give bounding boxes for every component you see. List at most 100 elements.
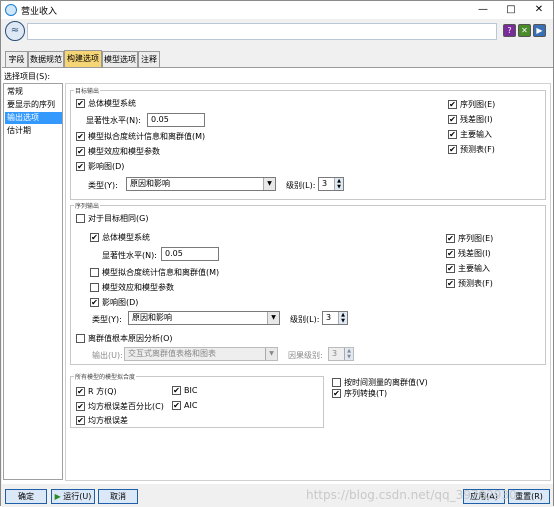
outlier-output-select[interactable]: 交互式离群值表格和图表 ▼ xyxy=(124,347,278,361)
ok-button[interactable]: 确定 xyxy=(5,489,47,504)
item-list[interactable]: 常规 要显示的序列 输出选项 估计期 xyxy=(3,83,63,480)
checkbox-box[interactable] xyxy=(76,416,85,425)
mape-checkbox[interactable]: 均方根误差百分比(C) xyxy=(76,401,164,412)
run-button[interactable]: ▶ 运行(U) xyxy=(51,489,95,504)
checkbox-box[interactable] xyxy=(332,389,341,398)
checkbox-box[interactable] xyxy=(76,132,85,141)
tab-model-options[interactable]: 模型选项 xyxy=(102,51,138,67)
series-significance-input[interactable]: 0.05 xyxy=(161,247,219,261)
series-influence-checkbox[interactable]: 影响图(D) xyxy=(90,297,138,308)
checkbox-box[interactable] xyxy=(76,214,85,223)
series-type-select[interactable]: 原因和影响 ▼ xyxy=(128,311,280,325)
toolbar: ≈ ? ✕ ▶ xyxy=(1,19,553,47)
checkbox-label: 模型拟合度统计信息和离群值(M) xyxy=(88,132,206,141)
node-menu-button[interactable]: ▶ xyxy=(533,24,546,37)
target-forecast-table-checkbox[interactable]: 预测表(F) xyxy=(448,144,495,155)
checkbox-box[interactable] xyxy=(76,402,85,411)
series-residual-plot-checkbox[interactable]: 残差图(I) xyxy=(446,248,491,259)
checkbox-box[interactable] xyxy=(172,386,181,395)
window-title: 营业收入 xyxy=(21,7,58,17)
checkbox-box[interactable] xyxy=(446,279,455,288)
target-influence-checkbox[interactable]: 影响图(D) xyxy=(76,161,124,172)
close-node-button[interactable]: ✕ xyxy=(518,24,531,37)
spinner-arrows-icon[interactable]: ▲ ▼ xyxy=(344,348,353,360)
checkbox-box[interactable] xyxy=(172,401,181,410)
checkbox-box[interactable] xyxy=(448,115,457,124)
checkbox-box[interactable] xyxy=(76,162,85,171)
spinner-arrows-icon[interactable]: ▲ ▼ xyxy=(338,312,347,324)
target-overall-model-checkbox[interactable]: 总体模型系统 xyxy=(76,98,136,109)
checkbox-box[interactable] xyxy=(448,100,457,109)
checkbox-box[interactable] xyxy=(76,387,85,396)
series-forecast-table-checkbox[interactable]: 预测表(F) xyxy=(446,278,493,289)
checkbox-label: 按时间测量的离群值(V) xyxy=(344,378,428,387)
checkbox-box[interactable] xyxy=(332,378,341,387)
target-main-input-checkbox[interactable]: 主要输入 xyxy=(448,129,492,140)
chevron-down-icon[interactable]: ▼ xyxy=(265,348,277,360)
app-icon xyxy=(5,4,17,16)
same-as-target-checkbox[interactable]: 对于目标相同(G) xyxy=(76,213,148,224)
checkbox-box[interactable] xyxy=(448,130,457,139)
target-significance-input[interactable]: 0.05 xyxy=(147,113,205,127)
node-name-field[interactable] xyxy=(27,23,497,40)
chevron-down-icon[interactable]: ▼ xyxy=(267,312,279,324)
checkbox-label: 预测表(F) xyxy=(460,145,495,154)
target-model-effects-checkbox[interactable]: 模型效应和模型参数 xyxy=(76,146,160,157)
tab-fields[interactable]: 字段 xyxy=(5,51,28,67)
maximize-button[interactable]: □ xyxy=(497,1,525,19)
list-item-series-to-show[interactable]: 要显示的序列 xyxy=(5,99,62,111)
series-fit-stats-checkbox[interactable]: 模型拟合度统计信息和离群值(M) xyxy=(90,267,219,278)
chevron-down-icon[interactable]: ▼ xyxy=(263,178,275,190)
series-model-effects-checkbox[interactable]: 模型效应和模型参数 xyxy=(90,282,174,293)
list-item-estimation-period[interactable]: 估计期 xyxy=(5,125,62,137)
checkbox-box[interactable] xyxy=(90,233,99,242)
tab-annotations[interactable]: 注释 xyxy=(138,51,160,67)
tab-data-spec[interactable]: 数据规范 xyxy=(28,51,64,67)
series-transform-checkbox[interactable]: 序列转换(T) xyxy=(332,388,387,399)
bic-checkbox[interactable]: BIC xyxy=(172,386,197,395)
options-panel: 目标输出 总体模型系统 显著性水平(N): 0.05 模型拟合度统计信息和离群值… xyxy=(65,83,551,481)
r-square-checkbox[interactable]: R 方(Q) xyxy=(76,386,117,397)
checkbox-box[interactable] xyxy=(90,283,99,292)
target-type-select[interactable]: 原因和影响 ▼ xyxy=(126,177,276,191)
checkbox-label: 离群值根本原因分析(O) xyxy=(88,334,173,343)
help-button[interactable]: ? xyxy=(503,24,516,37)
checkbox-box[interactable] xyxy=(446,264,455,273)
checkbox-box[interactable] xyxy=(446,234,455,243)
series-main-input-checkbox[interactable]: 主要输入 xyxy=(446,263,490,274)
checkbox-box[interactable] xyxy=(446,249,455,258)
list-item-output-options[interactable]: 输出选项 xyxy=(5,112,62,124)
checkbox-box[interactable] xyxy=(76,99,85,108)
target-level-spinner[interactable]: 3 ▲ ▼ xyxy=(318,177,344,191)
checkbox-label: 均方根误差百分比(C) xyxy=(88,402,164,411)
tab-build-options[interactable]: 构建选项 xyxy=(64,50,102,67)
checkbox-label: 影响图(D) xyxy=(88,162,125,171)
rmse-checkbox[interactable]: 均方根误差 xyxy=(76,415,128,426)
checkbox-label: 模型效应和模型参数 xyxy=(102,283,174,292)
checkbox-label: 主要输入 xyxy=(460,130,492,139)
minimize-button[interactable]: — xyxy=(469,1,497,19)
series-level-spinner[interactable]: 3 ▲ ▼ xyxy=(322,311,348,325)
checkbox-box[interactable] xyxy=(90,298,99,307)
outlier-root-cause-checkbox[interactable]: 离群值根本原因分析(O) xyxy=(76,333,173,344)
checkbox-box[interactable] xyxy=(76,147,85,156)
window-close-button[interactable]: ✕ xyxy=(525,1,553,19)
target-series-plot-checkbox[interactable]: 序列图(E) xyxy=(448,99,495,110)
list-item-general[interactable]: 常规 xyxy=(5,86,62,98)
checkbox-label: 影响图(D) xyxy=(102,298,139,307)
cancel-button[interactable]: 取消 xyxy=(98,489,138,504)
outlier-level-spinner[interactable]: 3 ▲ ▼ xyxy=(328,347,354,361)
dialog-window: 营业收入 — □ ✕ ≈ ? ✕ ▶ 字段 数据规范 构建选项 模型选项 注释 … xyxy=(0,0,554,507)
outliers-by-time-checkbox[interactable]: 按时间测量的离群值(V) xyxy=(332,377,428,388)
aic-checkbox[interactable]: AIC xyxy=(172,401,197,410)
checkbox-box[interactable] xyxy=(448,145,457,154)
target-fit-stats-checkbox[interactable]: 模型拟合度统计信息和离群值(M) xyxy=(76,131,205,142)
target-residual-plot-checkbox[interactable]: 残差图(I) xyxy=(448,114,493,125)
checkbox-box[interactable] xyxy=(90,268,99,277)
checkbox-label: 对于目标相同(G) xyxy=(88,214,149,223)
series-overall-model-checkbox[interactable]: 总体模型系统 xyxy=(90,232,150,243)
spinner-arrows-icon[interactable]: ▲ ▼ xyxy=(334,178,343,190)
checkbox-box[interactable] xyxy=(76,334,85,343)
series-series-plot-checkbox[interactable]: 序列图(E) xyxy=(446,233,493,244)
checkbox-label: AIC xyxy=(184,401,198,410)
